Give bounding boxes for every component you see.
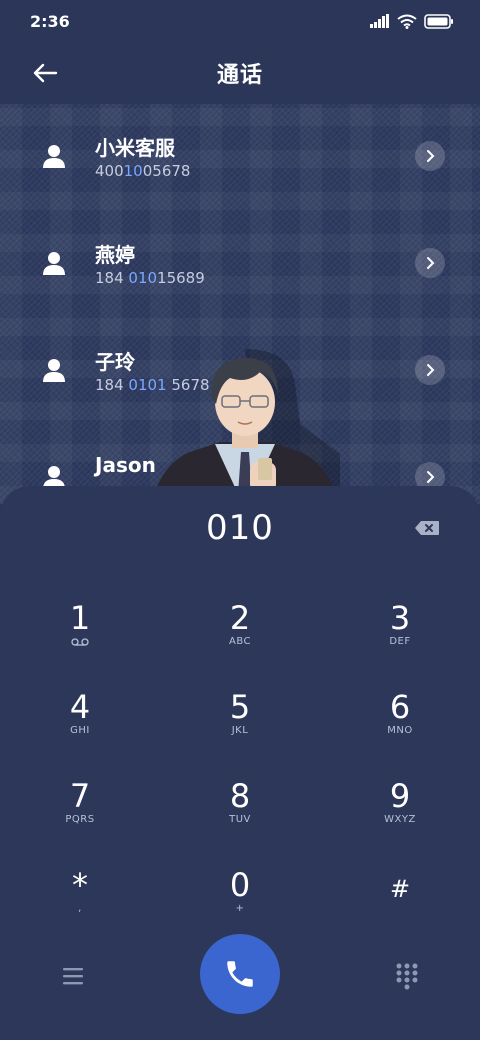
backspace-button[interactable] (410, 516, 444, 540)
call-button[interactable] (200, 934, 280, 1014)
dial-key-7[interactable]: 7 PQRS (20, 768, 140, 848)
dial-key-5[interactable]: 5 JKL (180, 679, 300, 759)
chevron-right-icon (427, 471, 435, 483)
back-button[interactable] (28, 56, 62, 90)
contact-number: 184 01015689 (95, 269, 205, 287)
dial-key-1[interactable]: 1 (20, 590, 140, 670)
dial-key-star[interactable]: * , (20, 857, 140, 937)
dialed-number: 010 (206, 508, 274, 548)
dial-key-9[interactable]: 9 WXYZ (340, 768, 460, 848)
person-icon (43, 359, 65, 382)
header: 通话 (0, 42, 480, 104)
status-bar: 2:36 (0, 0, 480, 42)
dialpad-icon[interactable] (394, 962, 420, 990)
page-title: 通话 (216, 63, 263, 88)
contact-detail-button[interactable] (415, 248, 445, 278)
backspace-icon (415, 521, 439, 535)
chevron-right-icon (427, 257, 435, 269)
arrow-left-icon (33, 63, 58, 83)
contact-name: 小米客服 (95, 136, 175, 160)
dial-key-6[interactable]: 6 MNO (340, 679, 460, 759)
dial-panel: 010 1 2 ABC 3 DEF 4 GHI 5 JKL 6 MNO 7 PQ… (0, 486, 480, 1040)
dial-key-0[interactable]: 0 + (180, 857, 300, 937)
dial-key-2[interactable]: 2 ABC (180, 590, 300, 670)
phone-icon (227, 961, 253, 987)
contact-list: 小米客服 4001005678 燕婷 184 01015689 子玲 184 0… (0, 104, 480, 504)
status-time: 2:36 (30, 11, 70, 31)
dialer-action-bar (0, 934, 480, 1024)
contact-name: 燕婷 (95, 243, 135, 267)
wifi-icon (397, 14, 417, 29)
person-icon (43, 252, 65, 275)
dial-key-hash[interactable]: # (340, 857, 460, 937)
person-icon (43, 145, 65, 168)
battery-icon (424, 13, 453, 29)
contact-detail-button[interactable] (415, 141, 445, 171)
contact-number: 4001005678 (95, 162, 191, 180)
dial-key-8[interactable]: 8 TUV (180, 768, 300, 848)
chevron-right-icon (427, 150, 435, 162)
character-illustration (151, 349, 340, 504)
contact-row[interactable]: 燕婷 184 01015689 (0, 211, 480, 311)
signal-icon (370, 14, 389, 28)
menu-icon[interactable] (60, 964, 86, 988)
dial-key-3[interactable]: 3 DEF (340, 590, 460, 670)
contact-row[interactable]: 小米客服 4001005678 (0, 104, 480, 204)
voicemail-icon (71, 638, 89, 646)
contact-detail-button[interactable] (415, 355, 445, 385)
dial-key-4[interactable]: 4 GHI (20, 679, 140, 759)
status-icons (370, 13, 454, 29)
contact-name: 子玲 (95, 350, 135, 374)
chevron-right-icon (427, 364, 435, 376)
contact-name: Jason (95, 453, 156, 477)
